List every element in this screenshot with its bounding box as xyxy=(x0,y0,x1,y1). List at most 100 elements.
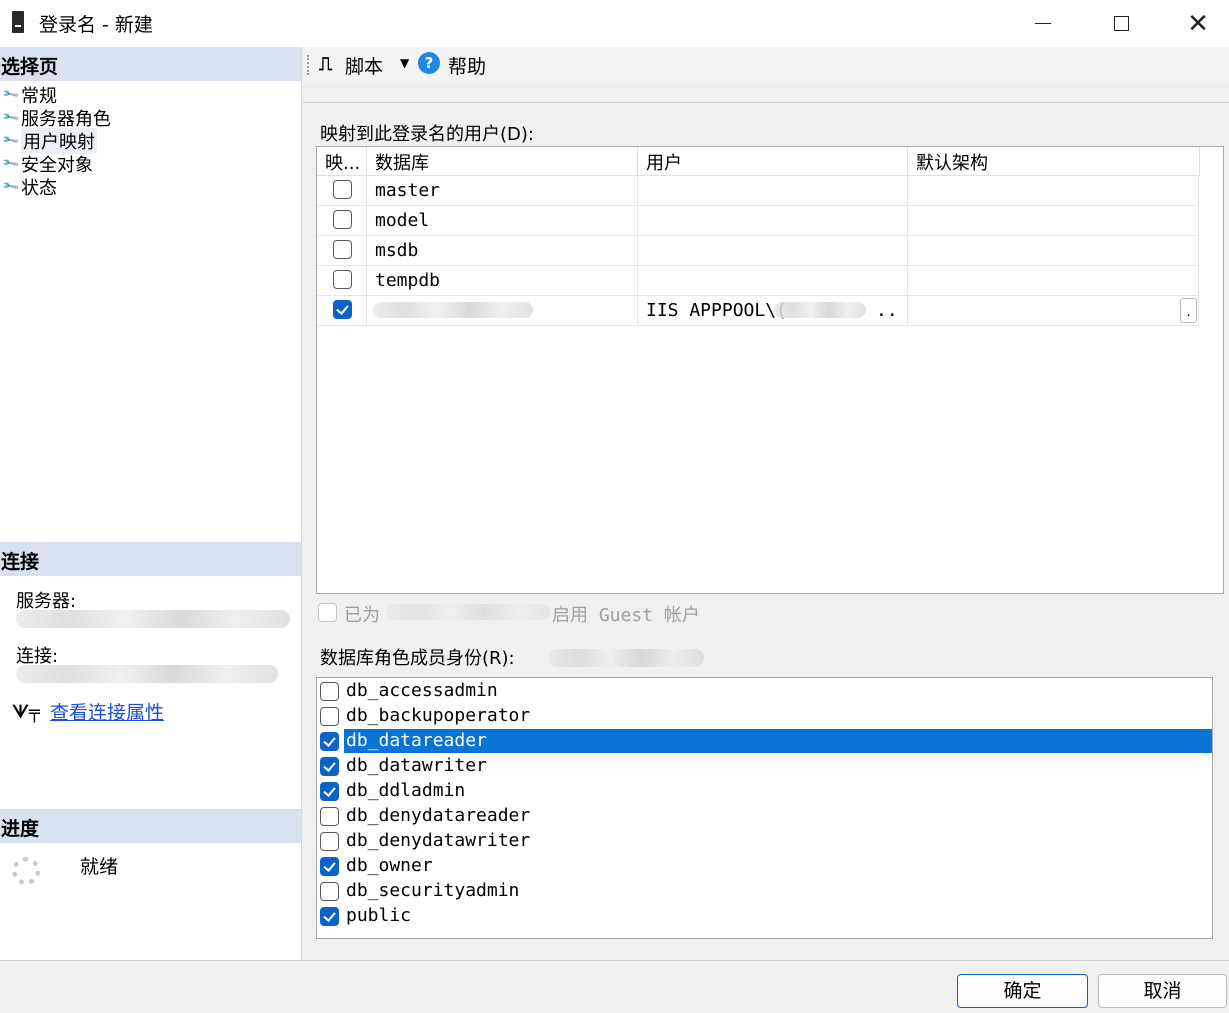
schema-cell[interactable] xyxy=(908,176,1199,206)
role-checkbox[interactable] xyxy=(320,857,339,876)
dialog-button-bar: 确定 取消 xyxy=(0,960,1229,1013)
table-row[interactable]: msdb xyxy=(317,236,1199,266)
server-value-redacted xyxy=(16,610,290,628)
database-cell xyxy=(367,296,638,326)
map-checkbox[interactable] xyxy=(333,180,352,199)
wrench-icon: 🔧 xyxy=(1,85,21,104)
table-row[interactable]: model xyxy=(317,206,1199,236)
view-connection-properties-link[interactable]: 查看连接属性 xyxy=(50,698,164,725)
map-checkbox[interactable] xyxy=(333,240,352,259)
user-cell[interactable]: IIS APPPOOL\( .. xyxy=(638,296,908,326)
list-item[interactable]: db_owner xyxy=(318,854,1212,879)
nav-item-server-roles[interactable]: 🔧 服务器角色 xyxy=(1,106,111,129)
role-checkbox[interactable] xyxy=(320,782,339,801)
role-db-redacted xyxy=(548,649,704,667)
progress-header: 进度 xyxy=(0,809,301,843)
nav-item-user-mapping[interactable]: 🔧 用户映射 xyxy=(1,127,111,154)
user-cell[interactable] xyxy=(638,176,908,206)
user-name-redacted xyxy=(774,302,866,318)
list-item[interactable]: db_ddladmin xyxy=(318,779,1212,804)
page-nav: 🔧 常规 🔧 服务器角色 🔧 用户映射 🔧 安全对象 🔧 状态 xyxy=(1,83,111,198)
wrench-icon: 🔧 xyxy=(1,154,21,173)
database-cell: model xyxy=(367,206,638,236)
help-button[interactable]: 帮助 xyxy=(448,52,486,79)
role-checkbox[interactable] xyxy=(320,807,339,826)
database-cell: tempdb xyxy=(367,266,638,296)
table-row[interactable]: IIS APPPOOL\( .. . xyxy=(317,296,1199,326)
toolbar: ⎍ 脚本 ▼ ? 帮助 xyxy=(303,47,1229,83)
list-item[interactable]: db_denydatareader xyxy=(318,804,1212,829)
guest-db-redacted xyxy=(386,604,550,620)
list-item[interactable]: db_datareader xyxy=(318,729,1212,754)
list-item[interactable]: db_securityadmin xyxy=(318,879,1212,904)
column-header-database[interactable]: 数据库 xyxy=(367,147,638,176)
map-checkbox[interactable] xyxy=(333,270,352,289)
maximize-icon xyxy=(1113,16,1129,31)
ok-button[interactable]: 确定 xyxy=(957,974,1088,1008)
wrench-icon: 🔧 xyxy=(1,177,21,196)
list-item[interactable]: public xyxy=(318,904,1212,929)
schema-cell[interactable]: . xyxy=(908,296,1199,326)
role-checkbox[interactable] xyxy=(320,832,339,851)
role-checkbox[interactable] xyxy=(320,882,339,901)
toolbar-grip[interactable] xyxy=(307,55,309,75)
database-cell: msdb xyxy=(367,236,638,266)
minimize-button[interactable] xyxy=(1005,0,1081,47)
progress-status: 就绪 xyxy=(80,856,119,878)
list-item[interactable]: db_denydatawriter xyxy=(318,829,1212,854)
nav-item-general[interactable]: 🔧 常规 xyxy=(1,83,111,106)
cancel-button[interactable]: 取消 xyxy=(1098,974,1227,1008)
server-icon xyxy=(12,11,24,33)
user-cell[interactable] xyxy=(638,206,908,236)
map-checkbox[interactable] xyxy=(333,210,352,229)
progress-spinner-icon xyxy=(12,857,40,885)
connection-value-redacted xyxy=(16,665,278,683)
nav-item-status[interactable]: 🔧 状态 xyxy=(1,175,111,198)
maximize-button[interactable] xyxy=(1083,0,1159,47)
schema-cell[interactable] xyxy=(908,266,1199,296)
user-cell[interactable] xyxy=(638,236,908,266)
user-value: IIS APPPOOL\( xyxy=(646,300,787,321)
user-cell[interactable] xyxy=(638,266,908,296)
wrench-icon: 🔧 xyxy=(1,131,21,150)
window-title: 登录名 - 新建 xyxy=(39,14,153,36)
guest-label-suffix: 启用 Guest 帐户 xyxy=(552,605,700,626)
role-checkbox[interactable] xyxy=(320,682,339,701)
database-cell: master xyxy=(367,176,638,206)
connection-header: 连接 xyxy=(0,542,301,576)
schema-cell[interactable] xyxy=(908,206,1199,236)
list-item[interactable]: db_datawriter xyxy=(318,754,1212,779)
list-item[interactable]: db_accessadmin xyxy=(318,679,1212,704)
guest-checkbox xyxy=(318,603,337,622)
browse-schema-button[interactable]: . xyxy=(1180,298,1197,323)
wrench-icon: 🔧 xyxy=(1,108,21,127)
help-icon: ? xyxy=(418,52,440,74)
list-item[interactable]: db_backupoperator xyxy=(318,704,1212,729)
select-page-header: 选择页 xyxy=(0,47,301,81)
database-name-redacted xyxy=(373,302,533,318)
left-panel: 选择页 🔧 常规 🔧 服务器角色 🔧 用户映射 🔧 安全对象 🔧 状态 连接 服务器: 连… xyxy=(0,47,302,960)
role-checkbox[interactable] xyxy=(320,907,339,926)
user-mapping-label: 映射到此登录名的用户(D): xyxy=(320,124,534,145)
map-checkbox[interactable] xyxy=(333,300,352,319)
user-mapping-grid[interactable]: 映... 数据库 用户 默认架构 master model msdb tempd… xyxy=(316,146,1224,594)
table-row[interactable]: tempdb xyxy=(317,266,1199,296)
close-icon: ✕ xyxy=(1187,8,1209,39)
connection-properties-icon: ᗐ╤ xyxy=(12,702,40,723)
role-membership-list[interactable]: db_accessadmin db_backupoperator db_data… xyxy=(316,677,1213,939)
column-header-user[interactable]: 用户 xyxy=(638,147,908,176)
table-row[interactable]: master xyxy=(317,176,1199,206)
minimize-icon xyxy=(1035,23,1051,24)
role-checkbox[interactable] xyxy=(320,732,339,751)
script-button[interactable]: 脚本 xyxy=(345,52,383,79)
nav-item-securables[interactable]: 🔧 安全对象 xyxy=(1,152,111,175)
chevron-down-icon[interactable]: ▼ xyxy=(400,56,409,70)
schema-cell[interactable] xyxy=(908,236,1199,266)
user-value-overflow: .. xyxy=(876,300,898,321)
column-header-map[interactable]: 映... xyxy=(317,147,367,176)
role-checkbox[interactable] xyxy=(320,707,339,726)
column-header-default-schema[interactable]: 默认架构 xyxy=(908,147,1200,176)
guest-label-prefix: 已为 xyxy=(344,605,380,626)
close-button[interactable]: ✕ xyxy=(1160,0,1229,47)
role-checkbox[interactable] xyxy=(320,757,339,776)
